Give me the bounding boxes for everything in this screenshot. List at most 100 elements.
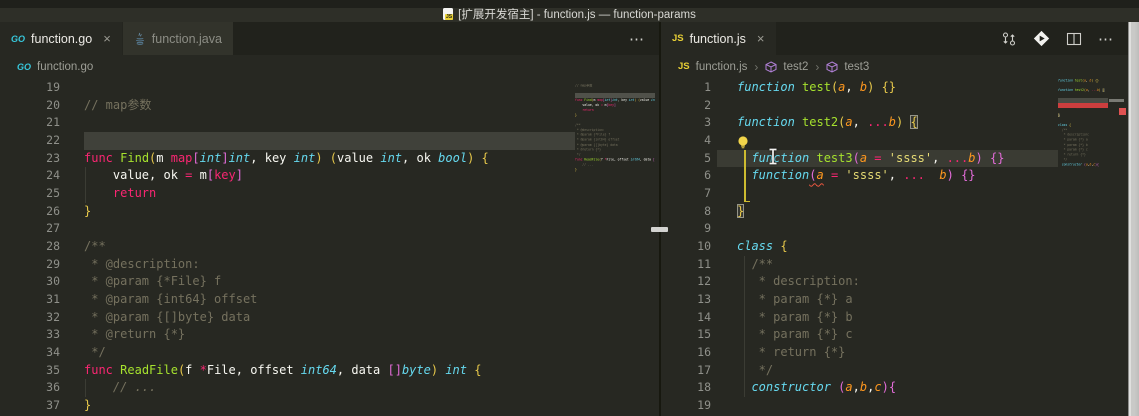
tab-function-go[interactable]: GO function.go × bbox=[0, 22, 122, 55]
code-line[interactable]: function test2(a, ...b) { bbox=[717, 114, 1058, 132]
line-number: 19 bbox=[46, 80, 60, 94]
js-icon: JS bbox=[678, 61, 690, 72]
code-line[interactable] bbox=[717, 132, 1058, 150]
left-code[interactable]: // map参数 func Find(m map[int]int, key in… bbox=[72, 79, 575, 416]
left-minimap[interactable]: // map参数 func Find(m map[int]int, key in… bbox=[575, 78, 655, 416]
code-line[interactable]: * param {*} c bbox=[717, 326, 1058, 344]
more-actions-icon[interactable]: ⋯ bbox=[629, 30, 645, 48]
right-code[interactable]: function test(a, b) {} function test2(a,… bbox=[717, 79, 1058, 416]
bracket-scope-guide bbox=[744, 150, 749, 202]
line-number: 8 bbox=[704, 203, 711, 218]
line-number: 5 bbox=[704, 150, 711, 165]
line-number: 34 bbox=[46, 344, 60, 359]
code-line[interactable]: constructor (a,b,c){ bbox=[717, 379, 1058, 397]
line-number: 32 bbox=[46, 309, 60, 324]
code-line[interactable]: function(a = 'ssss', ... b) {} bbox=[717, 167, 1058, 185]
line-number: 17 bbox=[697, 362, 711, 377]
code-line[interactable]: * @param {int64} offset bbox=[72, 291, 575, 309]
code-line[interactable]: func Find(m map[int]int, key int) (value… bbox=[72, 150, 575, 168]
code-line[interactable]: // map参数 bbox=[72, 97, 575, 115]
code-line[interactable] bbox=[72, 220, 575, 238]
code-line[interactable]: // ... bbox=[72, 379, 575, 397]
symbol-cube-icon bbox=[765, 60, 777, 73]
code-line[interactable]: * param {*} b bbox=[717, 308, 1058, 327]
lightbulb-icon[interactable] bbox=[736, 135, 750, 150]
js-file-icon bbox=[443, 8, 454, 20]
java-icon bbox=[135, 32, 144, 45]
breadcrumb-symbol[interactable]: test3 bbox=[844, 61, 869, 73]
code-line[interactable] bbox=[717, 397, 1058, 415]
tab-label: function.go bbox=[31, 31, 93, 46]
vscode-window: [扩展开发宿主] - function.js — function-params… bbox=[0, 0, 1139, 416]
code-line[interactable]: value, ok = m[key] bbox=[72, 167, 575, 185]
right-editor[interactable]: 1 2 3 4 5 6 7 8 9 10 11 12 13 14 15 16 17 18 19 function t… bbox=[661, 78, 1128, 416]
go-icon: GO bbox=[11, 33, 26, 44]
code-line[interactable]: * @return {*} bbox=[72, 326, 575, 344]
breadcrumb-file[interactable]: function.js bbox=[696, 61, 748, 73]
code-line[interactable]: return bbox=[72, 184, 575, 203]
code-line[interactable]: * return {*} bbox=[717, 343, 1058, 362]
line-number: 12 bbox=[697, 274, 711, 289]
code-line[interactable] bbox=[72, 131, 575, 150]
sash-handle[interactable] bbox=[651, 227, 668, 232]
code-line[interactable]: * @param {*File} f bbox=[72, 273, 575, 291]
close-icon[interactable]: × bbox=[103, 31, 111, 46]
line-number: 28 bbox=[46, 238, 60, 253]
line-number: 37 bbox=[46, 397, 60, 412]
code-line[interactable]: * description: bbox=[717, 273, 1058, 291]
symbol-cube-icon bbox=[826, 60, 838, 73]
editor-group-right: JS function.js × ⋯ JS function.js › test… bbox=[661, 22, 1128, 416]
code-line[interactable]: } bbox=[72, 203, 575, 221]
code-line[interactable]: */ bbox=[72, 344, 575, 362]
close-icon[interactable]: × bbox=[757, 31, 765, 46]
line-number: 30 bbox=[46, 274, 60, 289]
editor-group-sash[interactable] bbox=[651, 22, 668, 416]
code-line[interactable]: class { bbox=[717, 238, 1058, 256]
line-number: 18 bbox=[697, 380, 711, 395]
scrollbar-thumb[interactable] bbox=[1109, 99, 1124, 102]
overview-ruler[interactable] bbox=[1108, 78, 1128, 416]
code-line[interactable] bbox=[717, 97, 1058, 115]
code-line[interactable]: function test(a, b) {} bbox=[717, 79, 1058, 97]
line-number: 13 bbox=[697, 291, 711, 306]
line-number: 21 bbox=[46, 115, 60, 130]
line-number: 14 bbox=[697, 309, 711, 324]
code-line[interactable] bbox=[717, 220, 1058, 238]
line-number: 27 bbox=[46, 221, 60, 236]
line-number: 4 bbox=[704, 132, 711, 147]
tab-function-java[interactable]: function.java bbox=[121, 22, 233, 55]
code-line[interactable]: */ bbox=[717, 361, 1058, 380]
code-line[interactable] bbox=[72, 79, 575, 97]
error-marker bbox=[1119, 108, 1126, 115]
line-number: 26 bbox=[46, 203, 60, 218]
code-line[interactable]: func ReadFile(f *File, offset int64, dat… bbox=[72, 362, 575, 380]
code-line[interactable] bbox=[717, 185, 1058, 203]
code-line[interactable]: /** bbox=[717, 255, 1058, 274]
tab-function-js[interactable]: JS function.js × bbox=[661, 22, 776, 55]
right-minimap[interactable]: function test(a, b) {} function test2(a,… bbox=[1058, 78, 1108, 416]
code-line[interactable]: } bbox=[717, 203, 1058, 221]
run-debug-icon[interactable] bbox=[1033, 30, 1050, 47]
line-number: 20 bbox=[46, 97, 60, 112]
left-breadcrumb: GO function.go bbox=[0, 55, 659, 78]
right-tab-bar: JS function.js × ⋯ bbox=[661, 22, 1128, 55]
right-breadcrumb: JS function.js › test2 › test3 bbox=[661, 55, 1128, 78]
code-line[interactable]: * param {*} a bbox=[717, 290, 1058, 309]
line-number: 1 bbox=[704, 80, 711, 94]
code-line[interactable]: /** bbox=[72, 238, 575, 256]
code-line[interactable]: * @param {[]byte} data bbox=[72, 309, 575, 327]
breadcrumb-symbol[interactable]: test2 bbox=[783, 61, 808, 73]
line-number: 3 bbox=[704, 115, 711, 130]
breadcrumb-file[interactable]: function.go bbox=[37, 61, 93, 73]
compare-changes-icon[interactable] bbox=[1001, 31, 1017, 47]
code-line[interactable]: } bbox=[72, 397, 575, 415]
line-number: 2 bbox=[704, 97, 711, 112]
line-number: 22 bbox=[46, 132, 60, 147]
split-editor-icon[interactable] bbox=[1066, 31, 1082, 47]
editor-group-left: GO function.go × function.java ⋯ GO func… bbox=[0, 22, 659, 416]
code-line[interactable]: * @description: bbox=[72, 256, 575, 274]
go-icon: GO bbox=[17, 61, 32, 72]
left-editor[interactable]: 19 20 21 22 23 24 25 26 27 28 29 30 31 32 33 34 35 36 37 /… bbox=[0, 78, 659, 416]
more-actions-icon[interactable]: ⋯ bbox=[1098, 30, 1114, 48]
code-line[interactable] bbox=[72, 114, 575, 132]
